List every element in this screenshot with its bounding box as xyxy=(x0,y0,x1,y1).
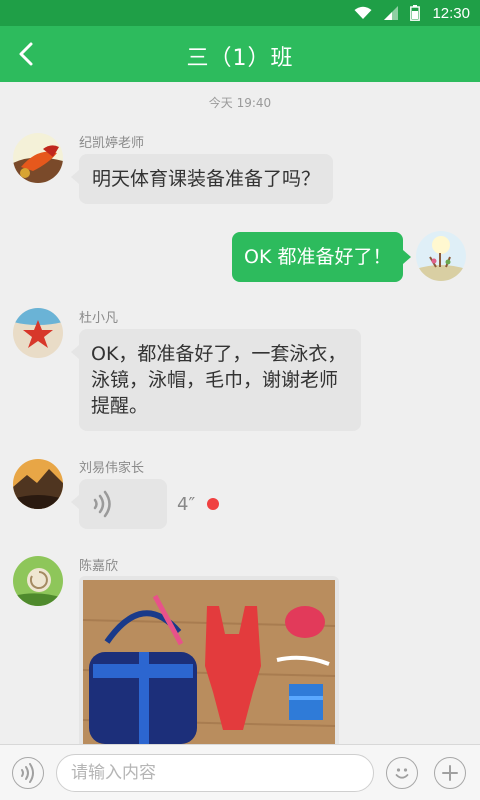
status-time: 12:30 xyxy=(432,4,470,22)
input-bar xyxy=(0,744,480,800)
message-bubble[interactable]: OK，都准备好了，一套泳衣， 泳镜，泳帽，毛巾，谢谢老师 提醒。 xyxy=(71,329,361,431)
message-text: 明天体育课装备准备了吗？ xyxy=(92,168,321,190)
message-bubble[interactable]: 明天体育课装备准备了吗？ xyxy=(70,154,334,204)
voice-icon xyxy=(21,763,34,783)
sender-name: 杜小凡 xyxy=(79,311,119,326)
voice-duration: 4″ xyxy=(177,494,196,515)
chat-title: 三（1）班 xyxy=(186,46,294,71)
avatar[interactable] xyxy=(13,308,63,358)
title-bar: 三（1）班 xyxy=(0,26,480,82)
sender-name: 陈嘉欣 xyxy=(79,559,119,574)
message-timestamp: 今天 19:40 xyxy=(208,96,272,110)
message-input[interactable] xyxy=(56,754,374,792)
avatar[interactable] xyxy=(13,556,63,606)
more-options-button[interactable] xyxy=(434,757,466,789)
message-text-line: OK，都准备好了，一套泳衣， xyxy=(91,343,347,365)
signal-icon xyxy=(384,6,399,20)
voice-message-bubble[interactable] xyxy=(71,479,167,529)
sender-name: 刘易伟家长 xyxy=(79,461,145,476)
image-thumbnail xyxy=(82,580,336,744)
smiley-icon xyxy=(395,768,409,779)
status-bar: 12:30 xyxy=(0,0,480,26)
message-bubble-sent[interactable]: OK 都准备好了！ xyxy=(232,232,412,282)
voice-toggle-button[interactable] xyxy=(12,757,44,789)
unread-indicator xyxy=(207,498,219,510)
voice-icon xyxy=(93,490,111,518)
my-avatar[interactable] xyxy=(416,231,466,281)
image-message[interactable] xyxy=(79,576,339,744)
battery-icon xyxy=(410,5,421,21)
message-text-line: 提醒。 xyxy=(91,395,149,417)
avatar[interactable] xyxy=(13,133,63,183)
message-text-line: 泳镜，泳帽，毛巾，谢谢老师 xyxy=(91,369,339,391)
message-text: OK 都准备好了！ xyxy=(244,246,392,268)
plus-icon xyxy=(442,765,458,781)
emoji-button[interactable] xyxy=(386,757,418,789)
chat-messages[interactable]: 今天 19:40 纪凯婷老师 明天体育课装备准备了吗？ OK 都准备好了！ 杜小… xyxy=(0,82,480,744)
sender-name: 纪凯婷老师 xyxy=(79,136,145,151)
wifi-icon xyxy=(354,6,372,19)
avatar[interactable] xyxy=(13,459,63,509)
